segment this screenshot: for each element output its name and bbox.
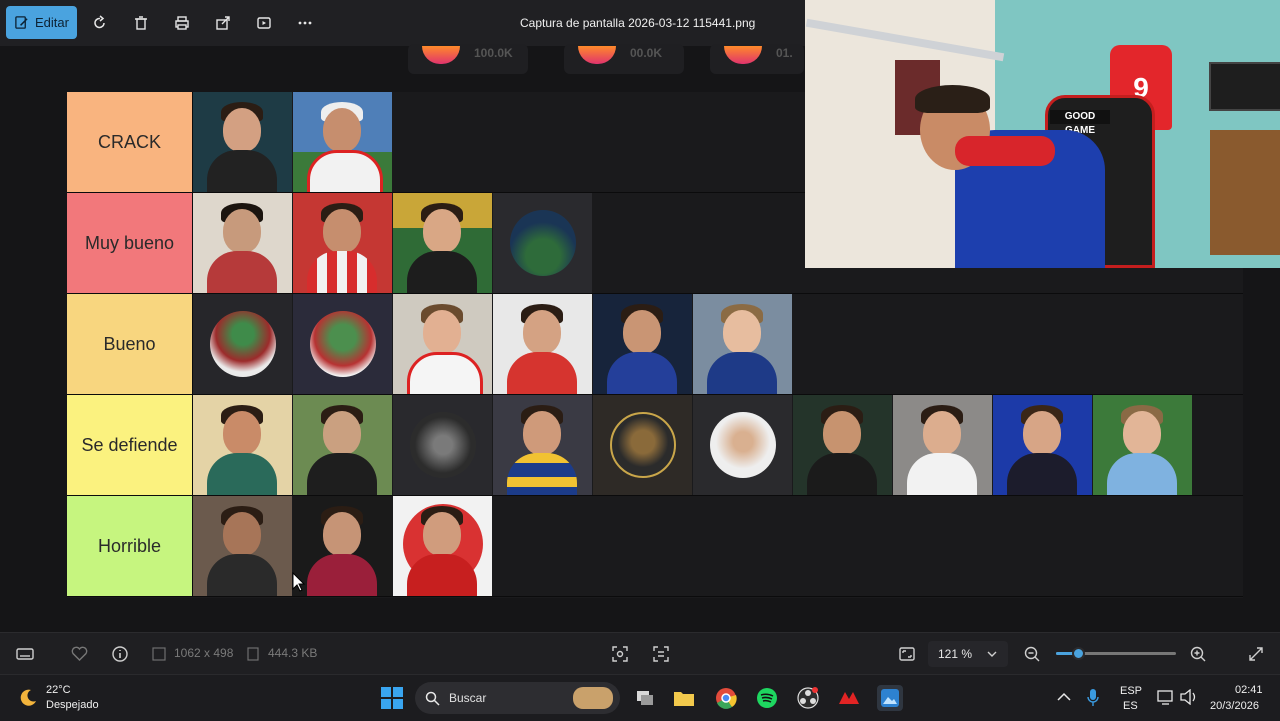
chrome-icon[interactable] <box>713 685 739 711</box>
obs-icon[interactable] <box>795 685 821 711</box>
player-photo <box>293 294 392 394</box>
player-photo <box>493 294 592 394</box>
player-photo <box>393 294 492 394</box>
search-icon <box>425 691 440 706</box>
stat-value: 100.0K <box>474 46 513 60</box>
zoom-slider[interactable] <box>1056 647 1176 660</box>
player-photo <box>193 496 292 596</box>
fit-to-window-icon[interactable] <box>898 645 916 663</box>
rotate-icon[interactable] <box>88 11 112 35</box>
tier-label: Se defiende <box>67 395 193 495</box>
player-photo <box>593 395 692 495</box>
webcam-overlay: 9 GOOD GAME <box>805 0 1280 268</box>
player-photo <box>393 193 492 293</box>
file-size-icon <box>247 647 259 661</box>
clock-date[interactable]: 20/3/2026 <box>1210 700 1259 712</box>
info-icon[interactable] <box>111 645 129 663</box>
instagram-icon <box>422 46 460 64</box>
player-photo <box>293 193 392 293</box>
stat-card: 01. <box>710 44 804 74</box>
taskbar-search[interactable]: Buscar <box>415 682 620 714</box>
image-dimensions: 1062 x 498 <box>174 646 234 660</box>
dimensions-icon <box>152 647 166 661</box>
player-photo <box>793 395 892 495</box>
player-photo <box>293 92 392 192</box>
player-photo <box>593 294 692 394</box>
player-photo <box>193 193 292 293</box>
player-photo <box>493 193 592 293</box>
player-photo <box>293 496 392 596</box>
player-photo <box>893 395 992 495</box>
player-photo <box>1093 395 1192 495</box>
app-red-icon[interactable] <box>836 685 862 711</box>
weather-widget[interactable]: 22°C Despejado <box>16 681 126 715</box>
photos-app-icon[interactable] <box>877 685 903 711</box>
player-photo <box>193 92 292 192</box>
zoom-dropdown[interactable]: 121 % <box>928 641 1008 667</box>
weather-desc: Despejado <box>46 699 99 711</box>
stat-value: 01. <box>776 46 793 60</box>
file-explorer-icon[interactable] <box>671 685 697 711</box>
zoom-in-icon[interactable] <box>1189 645 1207 663</box>
viewer-status-bar: 1062 x 498 444.3 KB 121 % <box>0 632 1280 675</box>
language-secondary[interactable]: ES <box>1123 700 1138 712</box>
windows-taskbar: 22°C Despejado Buscar ESP ES 02:41 20/3/… <box>0 674 1280 721</box>
instagram-icon <box>578 46 616 64</box>
file-title: Captura de pantalla 2026-03-12 115441.pn… <box>520 16 756 30</box>
network-icon[interactable] <box>1157 689 1175 705</box>
player-photo <box>393 496 492 596</box>
player-photo <box>693 395 792 495</box>
filmstrip-icon[interactable] <box>16 646 34 662</box>
tier-label: CRACK <box>67 92 193 192</box>
stat-card: 00.0K <box>564 44 684 74</box>
tier-row-horrible: Horrible <box>67 496 1243 597</box>
edit-icon <box>15 16 28 29</box>
share-icon[interactable] <box>211 11 235 35</box>
slideshow-icon[interactable] <box>252 11 276 35</box>
weather-temp: 22°C <box>46 684 71 696</box>
clock-time[interactable]: 02:41 <box>1235 684 1263 696</box>
search-highlight-image <box>573 687 613 709</box>
windows-start-icon[interactable] <box>380 686 404 710</box>
delete-icon[interactable] <box>129 11 153 35</box>
language-primary[interactable]: ESP <box>1120 685 1142 697</box>
file-size: 444.3 KB <box>268 646 318 660</box>
player-photo <box>193 294 292 394</box>
player-photo <box>993 395 1092 495</box>
visual-search-icon[interactable] <box>611 645 629 663</box>
favorite-icon[interactable] <box>71 646 88 662</box>
fullscreen-icon[interactable] <box>1247 645 1265 663</box>
tier-row-bueno: Bueno <box>67 294 1243 395</box>
stat-card: 100.0K <box>408 44 528 74</box>
tier-row-se-defiende: Se defiende <box>67 395 1243 496</box>
moon-icon <box>20 689 36 706</box>
chair-brand: GOOD GAME <box>1050 110 1110 136</box>
microphone-icon[interactable] <box>1086 688 1100 708</box>
edit-button-label: Editar <box>35 15 69 30</box>
search-placeholder: Buscar <box>449 691 487 705</box>
zoom-slider-thumb[interactable] <box>1071 647 1085 660</box>
edit-button[interactable]: Editar <box>6 6 77 39</box>
player-photo <box>693 294 792 394</box>
task-view-icon[interactable] <box>632 685 658 711</box>
stat-value: 00.0K <box>630 46 663 60</box>
tier-label: Horrible <box>67 496 193 596</box>
chevron-down-icon <box>987 651 997 657</box>
volume-icon[interactable] <box>1180 689 1198 705</box>
text-scan-icon[interactable] <box>652 645 670 663</box>
mouse-cursor-icon <box>292 572 306 592</box>
player-photo <box>193 395 292 495</box>
player-photo <box>493 395 592 495</box>
zoom-level: 121 % <box>938 647 973 661</box>
tier-label: Bueno <box>67 294 193 394</box>
tier-label: Muy bueno <box>67 193 193 293</box>
spotify-icon[interactable] <box>754 685 780 711</box>
player-photo <box>393 395 492 495</box>
zoom-out-icon[interactable] <box>1023 645 1041 663</box>
more-icon[interactable] <box>293 11 317 35</box>
instagram-icon <box>724 46 762 64</box>
chevron-up-icon[interactable] <box>1057 692 1071 702</box>
print-icon[interactable] <box>170 11 194 35</box>
player-photo <box>293 395 392 495</box>
